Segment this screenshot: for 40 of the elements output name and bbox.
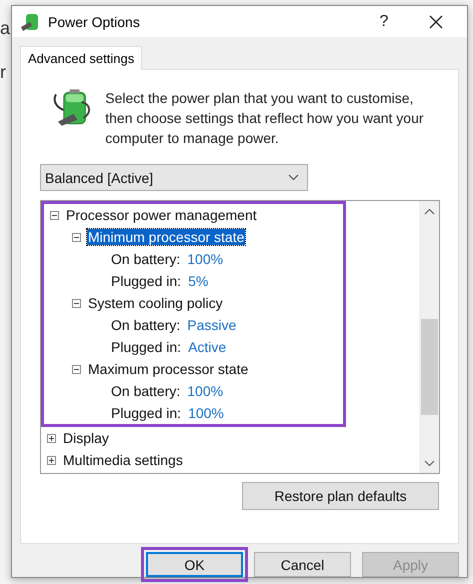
setting-value[interactable]: Passive [187,317,236,333]
collapse-icon[interactable] [72,232,81,242]
tree-item[interactable]: Minimum processor state [87,229,246,245]
chevron-down-icon[interactable] [424,460,434,466]
background-text: r [0,62,6,83]
tree-item[interactable]: Display [62,430,110,446]
help-button[interactable]: ? [361,6,407,36]
background-text: a [0,18,10,39]
setting-label: Plugged in: [110,405,182,421]
scrollbar-thumb[interactable] [420,319,438,415]
scrollbar[interactable] [419,201,439,473]
setting-label: On battery: [110,317,182,333]
tree-item[interactable]: Maximum processor state [87,361,250,377]
setting-label: On battery: [110,383,182,399]
tree-item[interactable]: System cooling policy [87,295,224,311]
tree-item[interactable]: Processor power management [65,207,258,223]
window-title: Power Options [48,14,141,30]
dialog-button[interactable]: Cancel [254,552,351,577]
tab[interactable]: Advanced settings [20,46,142,70]
setting-value[interactable]: 5% [188,273,208,289]
setting-value[interactable]: 100% [187,383,224,399]
expand-icon[interactable] [47,456,56,464]
collapse-icon[interactable] [72,364,81,374]
setting-value[interactable]: 100% [187,251,224,267]
collapse-icon[interactable] [50,210,59,220]
intro-text: Select the power plan that you want to customise, then choose settings that reflect how you want your computer to manage power. [105,89,425,148]
close-icon [429,14,443,28]
setting-label: On battery: [110,251,182,267]
setting-value[interactable]: Active [188,339,226,355]
chevron-up-icon[interactable] [424,208,434,214]
plan-dropdown[interactable]: Balanced [Active] [40,164,308,191]
expand-icon[interactable] [47,434,56,442]
setting-label: Plugged in: [110,339,182,355]
dialog-button[interactable]: OK [146,552,243,577]
tree-item[interactable]: Multimedia settings [62,452,184,468]
restore-defaults-button[interactable]: Restore plan defaults [242,482,439,510]
chevron-down-icon [288,174,299,181]
setting-value[interactable]: 100% [188,405,224,421]
setting-label: Plugged in: [110,273,182,289]
collapse-icon[interactable] [72,298,81,308]
